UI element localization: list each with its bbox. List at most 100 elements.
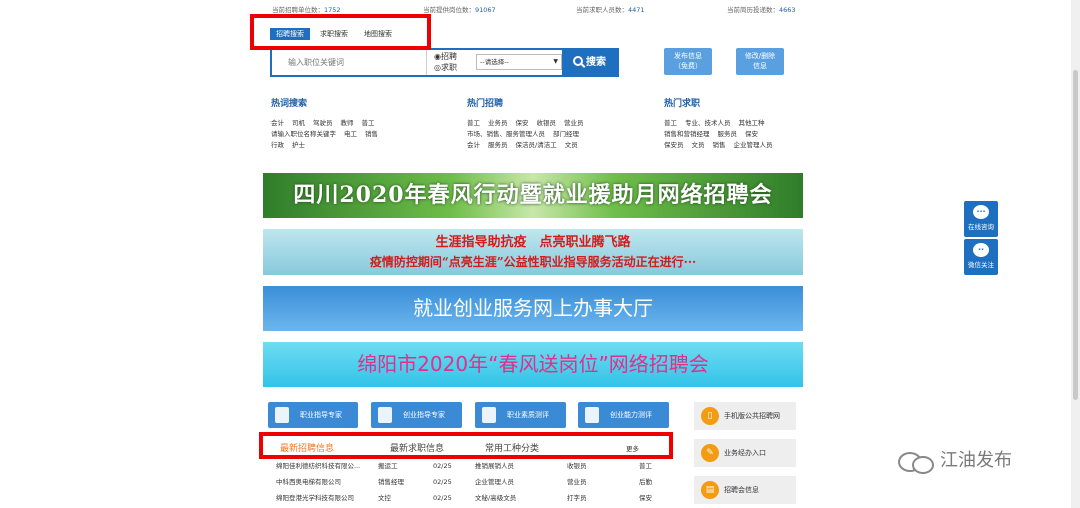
job-fair-info-link[interactable]: ▤ 招聘会信息 <box>694 476 796 504</box>
hot-link[interactable]: 保安员 <box>664 141 684 149</box>
table-row[interactable]: 绵阳佳利德纺织科技有限公... 搬运工 02/25 推销展销人员 收银员 普工 <box>276 458 656 474</box>
hot-link[interactable]: 其他工种 <box>739 119 765 127</box>
startup-ability-test-button[interactable]: 创业能力测评 <box>578 402 669 428</box>
watermark-text: 江油发布 <box>940 450 1012 471</box>
hot-link[interactable]: 电工 <box>344 130 357 138</box>
wechat-follow-button[interactable]: ·· 微信关注 <box>964 239 998 275</box>
hot-link[interactable]: 专业、技术人员 <box>685 119 731 127</box>
hot-link[interactable]: 行政 <box>271 141 284 149</box>
hot-recruit-row: 普工 业务员 保安 收银员 营业员 <box>467 118 657 129</box>
chevron-down-icon: ▼ <box>553 58 558 65</box>
hot-link[interactable]: 会计 <box>271 119 284 127</box>
category-link[interactable]: 企业管理人员 <box>475 474 514 490</box>
job-company[interactable]: 绵阳佳利德纺织科技有限公... <box>276 458 360 474</box>
hot-link[interactable]: 普工 <box>664 119 677 127</box>
category-link[interactable]: 打字员 <box>567 490 587 506</box>
hot-link[interactable]: 销售和营销经理 <box>664 130 710 138</box>
document-icon <box>482 407 496 423</box>
hot-link[interactable]: 保洁员/清洁工 <box>516 141 557 149</box>
edit-info-sub: 信息 <box>753 62 767 70</box>
table-row[interactable]: 中科西奥电梯有限公司 销售经理 02/25 企业管理人员 营业员 后勤 <box>276 474 656 490</box>
hot-link[interactable]: 企业管理人员 <box>734 141 773 149</box>
hot-link[interactable]: 保安 <box>745 130 758 138</box>
hot-keywords-title: 热词搜索 <box>271 99 308 109</box>
highlight-box-search-tabs <box>250 14 431 50</box>
banner-title: 四川2020年春风行动暨就业援助月网络招聘会 <box>293 182 773 208</box>
edit-info-button[interactable]: 修改/删除 信息 <box>736 48 784 75</box>
hot-link[interactable]: 普工 <box>467 119 480 127</box>
table-row[interactable]: 绵阳登港光学科技有限公司 文控 02/25 文秘/高级文员 打字员 保安 <box>276 490 656 506</box>
category-link[interactable]: 普工 <box>639 458 652 474</box>
tool-label: 创业能力测评 <box>610 411 652 419</box>
search-type-radios: ◉招聘 ◎求职 <box>434 51 457 73</box>
hot-link[interactable]: 销售 <box>365 130 378 138</box>
banner-online-service-hall[interactable]: 就业创业服务网上办事大厅 <box>263 286 803 331</box>
hot-link[interactable]: 服务员 <box>488 141 508 149</box>
edit-icon <box>378 407 392 423</box>
category-link[interactable]: 文秘/高级文员 <box>475 490 516 506</box>
hot-keywords-row: 会计 司机 驾驶员 教师 普工 <box>271 118 461 129</box>
hot-seek-row: 销售和营销经理 服务员 保安 <box>664 129 854 140</box>
tile-label: 手机版公共招聘网 <box>724 412 780 420</box>
job-date: 02/25 <box>433 494 452 502</box>
hot-link[interactable]: 司机 <box>292 119 305 127</box>
float-label: 微信关注 <box>968 261 994 269</box>
edit-info-label: 修改/删除 <box>744 52 776 60</box>
hot-link[interactable]: 营业员 <box>564 119 584 127</box>
category-link[interactable]: 保安 <box>639 490 652 506</box>
banner-mianyang-recruitment[interactable]: 绵阳市2020年“春风送岗位”网络招聘会 <box>263 342 803 387</box>
hot-link[interactable]: 市场、销售、服务管理人员 <box>467 130 545 138</box>
job-position[interactable]: 搬运工 <box>378 458 398 474</box>
category-link[interactable]: 推销展销人员 <box>475 458 514 474</box>
banner-spring-recruitment[interactable]: 四川2020年春风行动暨就业援助月网络招聘会 <box>263 173 803 218</box>
hot-link[interactable]: 文员 <box>692 141 705 149</box>
publish-info-button[interactable]: 发布信息 （免费） <box>664 48 712 75</box>
job-position[interactable]: 销售经理 <box>378 474 404 490</box>
stat-positions: 当前提供岗位数：91067 <box>423 6 496 14</box>
hot-link[interactable]: 业务员 <box>488 119 508 127</box>
hot-link[interactable]: 请输入职位名称关键字 <box>271 130 336 138</box>
hot-link[interactable]: 收银员 <box>537 119 557 127</box>
search-button[interactable]: 搜索 <box>562 50 617 75</box>
hot-link[interactable]: 驾驶员 <box>313 119 333 127</box>
mobile-site-link[interactable]: ▯ 手机版公共招聘网 <box>694 402 796 430</box>
hot-link[interactable]: 教师 <box>341 119 354 127</box>
search-input[interactable] <box>272 50 427 75</box>
hot-link[interactable]: 部门经理 <box>553 130 579 138</box>
job-company[interactable]: 绵阳登港光学科技有限公司 <box>276 490 354 506</box>
clipboard-icon <box>275 407 289 423</box>
hot-link[interactable]: 销售 <box>713 141 726 149</box>
category-link[interactable]: 营业员 <box>567 474 587 490</box>
startup-expert-button[interactable]: 创业指导专家 <box>371 402 462 428</box>
stat-employers: 当前招聘单位数：1752 <box>272 6 341 14</box>
hot-seek-title: 热门求职 <box>664 99 701 109</box>
banner-title: 生涯指导助抗疫 点亮职业腾飞路 <box>435 235 631 250</box>
career-quality-test-button[interactable]: 职业素质测评 <box>475 402 566 428</box>
chat-icon: ··· <box>973 205 989 219</box>
category-link[interactable]: 收银员 <box>567 458 587 474</box>
wechat-icon <box>896 450 936 474</box>
hot-link[interactable]: 普工 <box>362 119 375 127</box>
category-select[interactable]: --请选择-- ▼ <box>476 54 562 70</box>
hot-link[interactable]: 服务员 <box>718 130 738 138</box>
radio-seek[interactable]: ◎求职 <box>434 62 457 73</box>
job-company[interactable]: 中科西奥电梯有限公司 <box>276 474 341 490</box>
hot-link[interactable]: 文员 <box>565 141 578 149</box>
business-entry-link[interactable]: ✎ 业务经办入口 <box>694 439 796 467</box>
hot-link[interactable]: 护士 <box>292 141 305 149</box>
radio-recruit[interactable]: ◉招聘 <box>434 51 457 62</box>
hot-seek: 热门求职 普工 专业、技术人员 其他工种 销售和营销经理 服务员 保安 保安员 文员 销售企… <box>664 96 854 151</box>
category-link[interactable]: 后勤 <box>639 474 652 490</box>
banner-career-guidance[interactable]: 生涯指导助抗疫 点亮职业腾飞路 疫情防控期间“点亮生涯”公益性职业指导服务活动正… <box>263 229 803 275</box>
hot-link[interactable]: 保安 <box>516 119 529 127</box>
hot-recruit: 热门招聘 普工 业务员 保安 收银员 营业员 市场、销售、服务管理人员 部门经理 会计 服务… <box>467 96 657 151</box>
wechat-icon: ·· <box>973 243 989 257</box>
banner-subtitle: 疫情防控期间“点亮生涯”公益性职业指导服务活动正在进行··· <box>369 255 697 269</box>
tool-label: 职业指导专家 <box>300 411 342 419</box>
scrollbar-thumb[interactable] <box>1073 70 1078 400</box>
hot-link[interactable]: 会计 <box>467 141 480 149</box>
online-consult-button[interactable]: ··· 在线咨询 <box>964 201 998 237</box>
job-position[interactable]: 文控 <box>378 490 391 506</box>
tile-label: 招聘会信息 <box>724 486 759 494</box>
career-expert-button[interactable]: 职业指导专家 <box>268 402 358 428</box>
